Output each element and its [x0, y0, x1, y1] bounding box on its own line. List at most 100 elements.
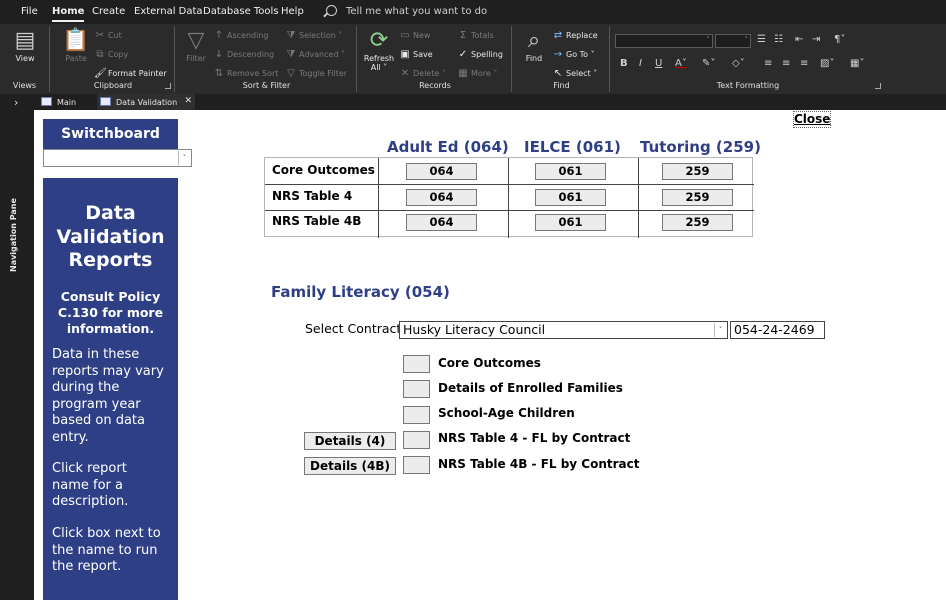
nrs-table-4b-ielce-button[interactable]: 061 — [535, 214, 606, 231]
advanced-button[interactable]: ⧩ Advanced ˅ — [285, 49, 346, 60]
format-painter-button[interactable]: 🖌Format Painter — [94, 68, 167, 79]
paste-button[interactable]: 📋 Paste — [62, 28, 90, 63]
nrs-table-4-ielce-button[interactable]: 061 — [535, 189, 606, 206]
details-4b-button[interactable]: Details (4B) — [304, 457, 396, 475]
bold-button[interactable]: B — [620, 58, 628, 69]
filter-button[interactable]: ▽ Filter — [183, 28, 209, 63]
find-button[interactable]: ⌕ Find — [522, 28, 546, 63]
menu-database-tools[interactable]: Database Tools — [203, 6, 279, 17]
column-header-tutoring: Tutoring (259) — [640, 138, 761, 156]
more-button[interactable]: ▦ More ˅ — [457, 68, 497, 79]
run-nrs-table-4b-fl-box[interactable] — [403, 456, 430, 474]
fill-color-icon[interactable]: ◇˅ — [732, 58, 745, 69]
align-center-icon[interactable]: ≡ — [782, 58, 790, 69]
report-label-school-age-children[interactable]: School-Age Children — [438, 406, 575, 420]
increase-indent-icon[interactable]: ⇥ — [812, 34, 820, 45]
menu-help[interactable]: Help — [281, 6, 304, 17]
ascending-button[interactable]: ↑ Ascending — [213, 30, 269, 41]
bullets-icon[interactable]: ☰ — [757, 34, 766, 45]
font-name-box[interactable]: ˅ — [615, 34, 713, 48]
navigation-pane-label[interactable]: Navigation Pane — [9, 198, 18, 272]
nrs-table-4b-tutoring-button[interactable]: 259 — [662, 214, 733, 231]
font-size-box[interactable]: ˅ — [715, 34, 751, 48]
save-record-button[interactable]: ▣ Save — [399, 49, 432, 60]
copy-button[interactable]: ⧉ Copy — [94, 49, 128, 60]
data-vary-note: Data in these reports may vary during th… — [52, 347, 164, 445]
switchboard-button[interactable]: Switchboard — [43, 119, 178, 149]
clipboard-launcher-icon[interactable] — [165, 83, 171, 89]
text-formatting-group-label: Text Formatting — [716, 81, 780, 90]
core-outcomes-ielce-button[interactable]: 061 — [535, 163, 606, 180]
goto-button[interactable]: → Go To ˅ — [552, 49, 595, 60]
contract-combo[interactable]: Husky Literacy Council ˅ — [399, 321, 728, 339]
remove-sort-button[interactable]: ⇅ Remove Sort — [213, 68, 279, 79]
run-core-outcomes-box[interactable] — [403, 355, 430, 373]
chevron-right-icon[interactable]: › — [14, 96, 18, 109]
row-label-nrs-table-4[interactable]: NRS Table 4 — [272, 189, 352, 203]
run-enrolled-families-box[interactable] — [403, 380, 430, 398]
gridlines-icon[interactable]: ▦˅ — [850, 58, 864, 69]
chevron-down-icon: ˅ — [706, 36, 711, 44]
refresh-all-button[interactable]: ⟳ Refresh All ˅ — [363, 28, 395, 72]
sigma-icon: Σ — [459, 30, 467, 41]
replace-button[interactable]: ⇄ Replace — [552, 30, 598, 41]
nrs-table-4-tutoring-button[interactable]: 259 — [662, 189, 733, 206]
switchboard-combo[interactable]: ˅ — [43, 149, 192, 167]
grid-divider — [378, 158, 379, 238]
underline-button[interactable]: U — [655, 58, 662, 69]
ribbon-group-text-formatting: ˅ ˅ ☰ ☷ ⇤ ⇥ ¶˅ B I U A˅ ✎˅ ◇˅ ≡ ≡ ≡ ▨˅ ▦… — [612, 26, 884, 92]
totals-button[interactable]: Σ Totals — [457, 30, 494, 41]
navigation-pane-collapsed[interactable]: › Navigation Pane — [0, 94, 34, 600]
nrs-table-4-adult-ed-button[interactable]: 064 — [406, 189, 477, 206]
tab-data-validation[interactable]: Data Validation ✕ — [97, 94, 195, 110]
descending-button[interactable]: ↓ Descending — [213, 49, 274, 60]
new-record-button[interactable]: ▭ New — [399, 30, 430, 41]
menu-file[interactable]: File — [21, 6, 38, 17]
core-outcomes-adult-ed-button[interactable]: 064 — [406, 163, 477, 180]
align-left-icon[interactable]: ≡ — [764, 58, 772, 69]
italic-button[interactable]: I — [639, 58, 642, 69]
conditional-formatting-icon[interactable]: ▨˅ — [820, 58, 834, 69]
paragraph-direction-icon[interactable]: ¶˅ — [834, 34, 845, 45]
text-formatting-launcher-icon[interactable] — [875, 83, 881, 89]
tell-me-box[interactable]: Tell me what you want to do — [346, 6, 487, 17]
chevron-down-icon[interactable]: ˅ — [178, 151, 190, 165]
menu-external-data[interactable]: External Data — [134, 6, 203, 17]
row-label-nrs-table-4b[interactable]: NRS Table 4B — [272, 214, 361, 228]
report-label-nrs-table-4b-fl[interactable]: NRS Table 4B - FL by Contract — [438, 457, 640, 471]
replace-icon: ⇄ — [553, 30, 563, 41]
select-button[interactable]: ↖ Select ˅ — [552, 68, 597, 79]
report-label-enrolled-families[interactable]: Details of Enrolled Families — [438, 381, 623, 395]
toggle-filter-button[interactable]: ▽ Toggle Filter — [285, 68, 347, 79]
nrs-table-4b-adult-ed-button[interactable]: 064 — [406, 214, 477, 231]
run-school-age-children-box[interactable] — [403, 406, 430, 424]
chevron-down-icon[interactable]: ˅ — [714, 323, 726, 337]
run-nrs-table-4-fl-box[interactable] — [403, 431, 430, 449]
spelling-button[interactable]: ✓ Spelling — [457, 49, 503, 60]
details-4-button[interactable]: Details (4) — [304, 432, 396, 450]
menu-create[interactable]: Create — [92, 6, 125, 17]
selection-button[interactable]: ⧩ Selection ˅ — [285, 30, 343, 41]
select-contract-label: Select Contract: — [305, 321, 406, 336]
selection-icon: ⧩ — [286, 30, 296, 41]
decrease-indent-icon[interactable]: ⇤ — [795, 34, 803, 45]
tab-main[interactable]: Main — [39, 94, 97, 110]
cut-button[interactable]: ✂ Cut — [94, 30, 122, 41]
records-group-label: Records — [419, 81, 451, 90]
delete-record-button[interactable]: ✕ Delete ˅ — [399, 68, 446, 79]
font-color-icon[interactable]: A˅ — [675, 58, 687, 69]
core-outcomes-tutoring-button[interactable]: 259 — [662, 163, 733, 180]
save-icon: ▣ — [400, 49, 410, 60]
close-button[interactable]: Close — [793, 111, 831, 128]
close-icon[interactable]: ✕ — [184, 96, 192, 106]
report-label-core-outcomes[interactable]: Core Outcomes — [438, 356, 541, 370]
contract-combo-value: Husky Literacy Council — [403, 322, 546, 337]
menu-home[interactable]: Home — [52, 6, 85, 22]
align-right-icon[interactable]: ≡ — [800, 58, 808, 69]
report-label-nrs-table-4-fl[interactable]: NRS Table 4 - FL by Contract — [438, 431, 630, 445]
numbering-icon[interactable]: ☷ — [774, 34, 783, 45]
row-label-core-outcomes[interactable]: Core Outcomes — [272, 163, 375, 177]
contract-id-field[interactable]: 054-24-2469 — [730, 321, 825, 339]
highlight-icon[interactable]: ✎˅ — [702, 58, 715, 69]
view-button[interactable]: ▤ View — [14, 28, 36, 63]
